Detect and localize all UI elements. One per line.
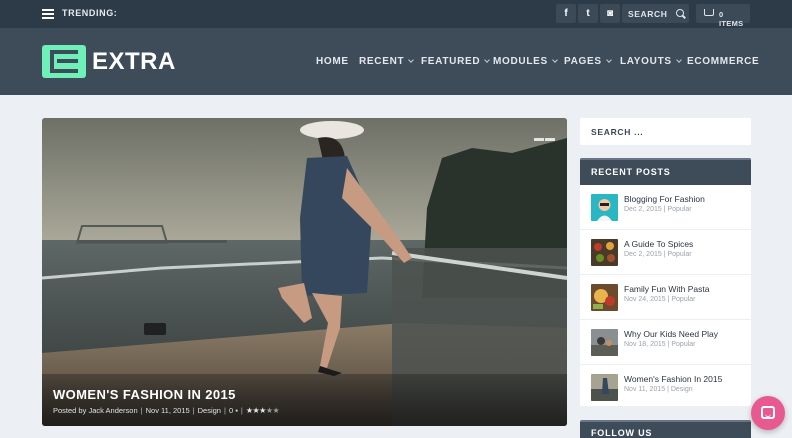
star-icon: ★: [259, 406, 266, 415]
list-item[interactable]: Blogging For Fashion Dec 2, 2015 | Popul…: [580, 185, 751, 230]
nav-home[interactable]: HOME: [316, 56, 349, 67]
chat-icon: [761, 406, 775, 419]
featured-post-hero[interactable]: WOMEN'S FASHION IN 2015 Posted by Jack A…: [42, 118, 567, 426]
list-item[interactable]: Family Fun With Pasta Nov 24, 2015 | Pop…: [580, 275, 751, 320]
follow-us-widget: FOLLOW US: [580, 420, 751, 438]
post-date: Nov 11, 2015: [145, 406, 190, 415]
list-item[interactable]: Why Our Kids Need Play Nov 18, 2015 | Po…: [580, 320, 751, 365]
nav-layouts[interactable]: LAYOUTS: [620, 56, 682, 67]
nav-modules[interactable]: MODULES: [493, 56, 558, 67]
recent-posts-title: RECENT POSTS: [591, 167, 671, 177]
post-meta: Nov 11, 2015 | Design: [624, 386, 693, 393]
slider-pagination[interactable]: [533, 128, 555, 141]
category-link[interactable]: Design: [198, 406, 221, 415]
post-thumbnail: [591, 194, 618, 221]
post-thumbnail: [591, 329, 618, 356]
chevron-down-icon: [484, 57, 491, 63]
top-search-box[interactable]: SEARCH: [622, 4, 689, 23]
logo-mark[interactable]: [42, 45, 86, 78]
list-item[interactable]: A Guide To Spices Dec 2, 2015 | Popular: [580, 230, 751, 275]
author-link[interactable]: Jack Anderson: [88, 406, 137, 415]
facebook-icon[interactable]: f: [556, 4, 576, 23]
post-thumbnail: [591, 239, 618, 266]
nav-recent[interactable]: RECENT: [359, 56, 415, 67]
rating-stars: ★★★★★: [245, 406, 280, 415]
top-bar: TRENDING: f t ◙ SEARCH 0 ITEMS: [0, 0, 792, 28]
instagram-icon[interactable]: ◙: [600, 4, 620, 23]
site-header: EXTRA HOME RECENT FEATURED MODULES PAGES…: [0, 28, 792, 95]
nav-pages[interactable]: PAGES: [564, 56, 612, 67]
star-icon: ★: [265, 406, 273, 415]
list-item[interactable]: Women's Fashion In 2015 Nov 11, 2015 | D…: [580, 365, 751, 406]
hamburger-menu-icon[interactable]: [42, 9, 54, 19]
star-icon: ★: [272, 406, 280, 415]
nav-featured[interactable]: FEATURED: [421, 56, 491, 67]
cart-icon: [704, 9, 714, 16]
hero-title[interactable]: WOMEN'S FASHION IN 2015: [53, 387, 236, 402]
chevron-down-icon: [605, 57, 612, 63]
post-title[interactable]: Family Fun With Pasta: [624, 284, 710, 294]
follow-us-title: FOLLOW US: [591, 428, 653, 438]
post-title[interactable]: Women's Fashion In 2015: [624, 374, 722, 384]
post-title[interactable]: Blogging For Fashion: [624, 194, 705, 204]
hero-meta: Posted by Jack Anderson | Nov 11, 2015 | Des…: [53, 406, 280, 415]
chevron-down-icon: [408, 57, 415, 63]
chevron-down-icon: [552, 57, 558, 63]
post-thumbnail: [591, 374, 618, 401]
post-thumbnail: [591, 284, 618, 311]
recent-posts-widget: RECENT POSTS Blogging For Fashion Dec 2,…: [580, 158, 751, 406]
cart-count: 0 ITEMS: [719, 9, 744, 28]
comment-icon: ▪: [235, 406, 238, 415]
logo-text[interactable]: EXTRA: [92, 48, 176, 76]
star-icon: ★: [245, 406, 253, 415]
top-search-label: SEARCH: [628, 9, 668, 19]
cart-button[interactable]: 0 ITEMS: [696, 4, 750, 28]
search-placeholder: SEARCH ...: [591, 127, 644, 137]
trending-label: TRENDING:: [62, 8, 118, 18]
recent-posts-header: RECENT POSTS: [580, 158, 751, 185]
post-meta: Dec 2, 2015 | Popular: [624, 251, 692, 258]
search-icon[interactable]: [676, 9, 684, 17]
comment-count[interactable]: 0: [229, 406, 233, 415]
post-title[interactable]: Why Our Kids Need Play: [624, 329, 718, 339]
twitter-icon[interactable]: t: [578, 4, 598, 23]
posted-by-label: Posted by: [53, 406, 87, 415]
post-title[interactable]: A Guide To Spices: [624, 239, 693, 249]
sidebar-search-input[interactable]: SEARCH ...: [580, 118, 751, 145]
post-meta: Nov 24, 2015 | Popular: [624, 296, 696, 303]
nav-ecommerce[interactable]: ECOMMERCE: [687, 56, 759, 67]
chat-launcher-button[interactable]: [751, 396, 785, 430]
post-meta: Dec 2, 2015 | Popular: [624, 206, 692, 213]
post-meta: Nov 18, 2015 | Popular: [624, 341, 696, 348]
chevron-down-icon: [675, 57, 682, 63]
